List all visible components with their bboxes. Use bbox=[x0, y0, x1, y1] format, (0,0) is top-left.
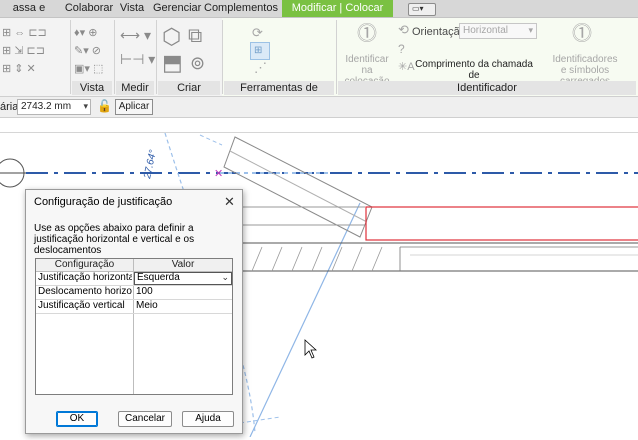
apply-label: Aplicar bbox=[118, 101, 150, 112]
justification-icon[interactable]: ⊞ bbox=[250, 42, 270, 60]
tab-massa-terreno[interactable]: assa e terreno bbox=[0, 0, 58, 31]
ribbon-separator bbox=[114, 20, 115, 94]
ribbon-separator bbox=[70, 20, 71, 94]
tab-colaborar[interactable]: Colaborar bbox=[64, 0, 114, 17]
tag-icon: ⓵ bbox=[357, 23, 377, 45]
row-setting-label: Deslocamento horizont bbox=[38, 286, 132, 297]
cursor-marker: ✕ bbox=[214, 167, 223, 180]
component-icon[interactable]: ⬡ bbox=[162, 26, 181, 48]
measure-icon[interactable]: ⟷ ▾ bbox=[120, 28, 151, 42]
row-setting-label: Justificação horizontal bbox=[38, 272, 132, 283]
leader-icon: ? bbox=[398, 42, 405, 56]
hide-icon[interactable]: ▣▾ ⬚ bbox=[74, 64, 103, 75]
chevron-down-icon: ▾ bbox=[528, 25, 533, 35]
close-icon[interactable]: ✕ bbox=[224, 194, 235, 210]
chevron-down-icon: ▾ bbox=[83, 101, 88, 111]
loaded-tags-icon: ⓵ bbox=[572, 23, 592, 45]
ribbon-tab-bar: assa e terreno Colaborar Vista Gerenciar… bbox=[0, 0, 638, 31]
angle-dimension-text: 27.64° bbox=[142, 149, 159, 181]
row-value[interactable]: 100 bbox=[136, 286, 153, 298]
orientation-value: Horizontal bbox=[463, 25, 509, 36]
dialog-description: Use as opções abaixo para definir a just… bbox=[34, 223, 195, 256]
length-value: 2743.2 mm bbox=[21, 101, 72, 112]
ribbon-separator bbox=[156, 20, 157, 94]
ribbon-separator bbox=[222, 20, 223, 94]
tab-modificar-colocar-duto[interactable]: Modificar | Colocar Duto bbox=[282, 0, 393, 31]
help-button[interactable]: Ajuda bbox=[182, 411, 234, 427]
duct-inclined-centre bbox=[229, 150, 368, 223]
angle-leader bbox=[199, 134, 223, 146]
tab-complementos[interactable]: Complementos bbox=[204, 0, 278, 17]
apply-button[interactable]: Aplicar bbox=[115, 99, 153, 115]
ghost-duct-edge bbox=[249, 202, 361, 438]
tag-on-placement-button[interactable]: ⓵ Identificar na colocação bbox=[340, 23, 394, 87]
paint-icon[interactable]: ✎▾ ⊘ bbox=[74, 46, 101, 57]
unlock-icon[interactable]: 🔓 bbox=[97, 99, 112, 113]
column-header-value: Valor bbox=[134, 259, 232, 272]
panel-label-criar: Criar bbox=[158, 81, 220, 95]
row-value: Esquerda bbox=[137, 272, 180, 283]
dialog-title: Configuração de justificação bbox=[34, 196, 173, 208]
auto-connect-icon[interactable]: ⋰ bbox=[254, 61, 267, 74]
cancel-button[interactable]: Cancelar bbox=[118, 411, 172, 427]
options-bar: ária: 2743.2 mm ▾ 🔓 Aplicar bbox=[0, 97, 638, 118]
offset-icon[interactable]: ⊞ ⇲ ⊏⊐ bbox=[2, 46, 45, 57]
table-row[interactable]: Justificação vertical Meio bbox=[36, 300, 232, 314]
column-header-setting: Configuração bbox=[36, 259, 134, 272]
pin-icon[interactable]: ♦▾ ⊕ bbox=[74, 28, 97, 39]
justification-dialog: Configuração de justificação ✕ Use as op… bbox=[25, 189, 243, 434]
part-icon[interactable]: ⬒ bbox=[162, 52, 183, 74]
panel-label-vista: Vista bbox=[72, 81, 112, 95]
similar-icon[interactable]: ⊚ bbox=[190, 54, 205, 72]
align-icon[interactable]: ⊞ ⇔ ⊏⊐ bbox=[2, 28, 47, 39]
table-row[interactable]: Justificação horizontal Esquerda ⌄ bbox=[36, 272, 232, 286]
panel-label-identificador: Identificador bbox=[338, 81, 636, 95]
inherit-elevation-icon[interactable]: ⟳ bbox=[252, 26, 263, 39]
wall-hatch bbox=[251, 246, 383, 272]
group-icon[interactable]: ⧉ bbox=[188, 26, 202, 46]
panel-toggle-icon: ▭▾ bbox=[412, 4, 424, 13]
tab-gerenciar[interactable]: Gerenciar bbox=[153, 0, 201, 17]
length-input[interactable]: 2743.2 mm ▾ bbox=[17, 99, 91, 115]
settings-grid: Configuração Valor Justificação horizont… bbox=[35, 258, 233, 395]
horizontal-justification-select[interactable]: Esquerda ⌄ bbox=[134, 272, 232, 285]
duct-inclined bbox=[223, 136, 373, 238]
row-value[interactable]: Meio bbox=[136, 300, 158, 312]
panel-label-ferramentas: Ferramentas de colocação bbox=[224, 81, 334, 108]
chevron-down-icon: ⌄ bbox=[221, 272, 229, 282]
mouse-cursor bbox=[304, 339, 318, 359]
ribbon-separator bbox=[336, 20, 337, 94]
ok-button[interactable]: OK bbox=[56, 411, 98, 427]
view-top-margin bbox=[0, 118, 638, 133]
ribbon-display-toggle[interactable]: ▭▾ bbox=[408, 3, 436, 16]
orientation-icon: ⟲ bbox=[398, 22, 409, 37]
move-icon[interactable]: ⊞ ⇕ ✕ bbox=[2, 64, 36, 75]
tab-vista[interactable]: Vista bbox=[118, 0, 146, 17]
duct-highlighted bbox=[365, 206, 638, 241]
orientation-label: Orientação bbox=[412, 26, 466, 38]
table-row[interactable]: Deslocamento horizont 100 bbox=[36, 286, 232, 300]
row-setting-label: Justificação vertical bbox=[38, 300, 125, 311]
panel-label-medir: Medir bbox=[116, 81, 154, 95]
dimension-icon[interactable]: ⊢⊣ ▾ bbox=[120, 52, 155, 66]
loaded-tags-button[interactable]: ⓵ Identificadores e símbolos carregados bbox=[540, 23, 630, 87]
angle-leader-bottom bbox=[239, 416, 281, 424]
orientation-select[interactable]: Horizontal ▾ bbox=[459, 23, 537, 39]
